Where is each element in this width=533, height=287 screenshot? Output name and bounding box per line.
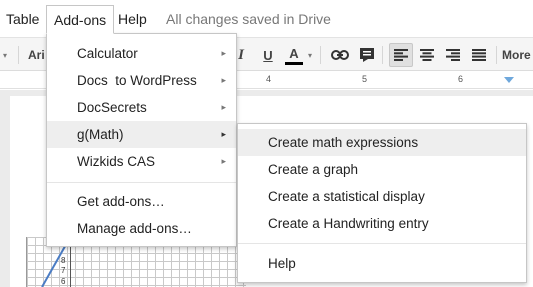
menu-item-label: Create a Handwriting entry — [268, 216, 429, 231]
menu-bar: Table Add-ons Help All changes saved in … — [0, 0, 533, 38]
align-justify-icon[interactable] — [468, 43, 490, 67]
text-color-button[interactable]: A — [284, 43, 304, 67]
menu-table[interactable]: Table — [6, 11, 39, 27]
menu-divider — [238, 243, 526, 244]
menu-item-label: Wizkids CAS — [77, 154, 156, 169]
submenu-arrow-icon: ▸ — [221, 102, 226, 112]
text-color-swatch — [285, 61, 303, 65]
menu-item-create-graph[interactable]: Create a graph — [238, 156, 526, 183]
menu-item-gmath-help[interactable]: Help — [238, 250, 526, 277]
menu-item-manage-addons[interactable]: Manage add-ons… — [47, 215, 236, 242]
submenu-arrow-icon: ▸ — [221, 129, 226, 139]
menu-divider — [47, 182, 236, 183]
toolbar-divider — [320, 46, 321, 64]
menu-item-docs-to-wordpress[interactable]: Docs to WordPress ▸ — [47, 67, 236, 94]
menu-item-docsecrets[interactable]: DocSecrets ▸ — [47, 94, 236, 121]
text-color-caret-icon[interactable]: ▾ — [306, 43, 314, 67]
menu-item-calculator[interactable]: Calculator ▸ — [47, 40, 236, 67]
align-center-icon[interactable] — [416, 43, 438, 67]
submenu-arrow-icon: ▸ — [221, 48, 226, 58]
link-icon[interactable] — [328, 43, 352, 67]
comment-icon[interactable] — [356, 43, 378, 67]
menu-item-label: Create math expressions — [268, 135, 419, 150]
menu-item-get-addons[interactable]: Get add-ons… — [47, 188, 236, 215]
menu-item-create-handwriting-entry[interactable]: Create a Handwriting entry — [238, 210, 526, 237]
menu-item-label: g(Math) — [77, 127, 124, 142]
graph-y-label: 7 — [61, 266, 66, 275]
graph-y-label: 6 — [61, 277, 66, 286]
menu-item-label: Create a statistical display — [268, 189, 425, 204]
menu-item-gmath[interactable]: g(Math) ▸ — [47, 121, 236, 148]
menu-item-label: Manage add-ons… — [77, 221, 192, 236]
submenu-arrow-icon: ▸ — [221, 75, 226, 85]
menu-item-label: Get add-ons… — [77, 194, 165, 209]
align-left-icon[interactable] — [389, 43, 413, 67]
text-color-letter: A — [289, 45, 299, 61]
toolbar-caret-icon[interactable]: ▾ — [0, 43, 10, 67]
more-button[interactable]: More — [502, 43, 533, 67]
menu-help[interactable]: Help — [118, 11, 147, 27]
gmath-submenu: Create math expressions Create a graph C… — [237, 123, 527, 283]
toolbar-divider — [496, 46, 497, 64]
menu-item-create-statistical-display[interactable]: Create a statistical display — [238, 183, 526, 210]
menu-item-wizkids-cas[interactable]: Wizkids CAS ▸ — [47, 148, 236, 175]
align-right-icon[interactable] — [442, 43, 464, 67]
menu-item-label: Docs to WordPress — [77, 73, 197, 88]
menu-addons[interactable]: Add-ons — [46, 5, 115, 34]
ruler-mark: 5 — [362, 74, 368, 84]
menu-item-create-math-expressions[interactable]: Create math expressions — [238, 129, 526, 156]
indent-marker-icon[interactable] — [504, 77, 514, 83]
menu-item-label: DocSecrets — [77, 100, 147, 115]
graph-y-label: 8 — [61, 256, 66, 265]
menu-item-label: Help — [268, 256, 296, 271]
ruler-mark: 6 — [458, 74, 464, 84]
addons-menu: Calculator ▸ Docs to WordPress ▸ DocSecr… — [46, 33, 237, 247]
menu-item-label: Calculator — [77, 46, 138, 61]
toolbar-divider — [18, 46, 19, 64]
underline-button[interactable]: U — [259, 43, 277, 67]
ruler-mark: 4 — [266, 74, 272, 84]
font-select[interactable]: Ari — [28, 43, 48, 67]
toolbar-divider — [382, 46, 383, 64]
save-status: All changes saved in Drive — [166, 11, 331, 27]
menu-item-label: Create a graph — [268, 162, 359, 177]
submenu-arrow-icon: ▸ — [221, 156, 226, 166]
